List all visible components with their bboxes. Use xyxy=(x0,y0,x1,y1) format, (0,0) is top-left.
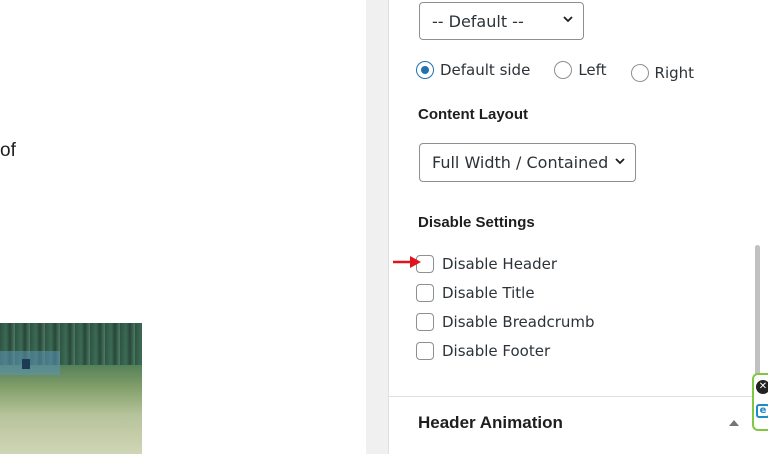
annotation-arrow-icon xyxy=(393,256,421,268)
content-layout-value: Full Width / Contained xyxy=(432,153,609,172)
disable-footer-option[interactable]: Disable Footer xyxy=(416,340,550,362)
close-icon[interactable]: ✕ xyxy=(756,380,768,394)
radio-option-right[interactable]: Right xyxy=(630,64,695,82)
image-sign xyxy=(22,359,30,369)
editor-canvas: of xyxy=(0,0,388,454)
radio-button[interactable] xyxy=(416,61,434,79)
checkbox[interactable] xyxy=(416,284,434,302)
disable-settings-label: Disable Settings xyxy=(418,214,535,231)
radio-label: Default side xyxy=(440,61,531,79)
paragraph-fragment: of xyxy=(0,140,16,161)
checkbox-label: Disable Breadcrumb xyxy=(442,313,595,331)
section-divider xyxy=(388,396,752,397)
checkbox-label: Disable Title xyxy=(442,284,535,302)
chevron-down-icon xyxy=(615,157,625,164)
sidebar-position-radios: Default side Left Right xyxy=(416,57,694,83)
featured-image[interactable] xyxy=(0,323,142,454)
checkbox[interactable] xyxy=(416,342,434,360)
content-layout-select[interactable]: Full Width / Contained xyxy=(419,143,636,182)
checkbox-label: Disable Footer xyxy=(442,342,551,360)
radio-option-left[interactable]: Left xyxy=(554,61,607,79)
disable-header-option[interactable]: Disable Header xyxy=(416,253,557,275)
image-water xyxy=(0,351,60,375)
radio-option-default-side[interactable]: Default side xyxy=(416,61,530,79)
collapse-caret-icon[interactable] xyxy=(729,420,739,426)
disable-breadcrumb-option[interactable]: Disable Breadcrumb xyxy=(416,311,595,333)
sidebar-select[interactable]: -- Default -- xyxy=(419,2,584,40)
checkbox-label: Disable Header xyxy=(442,255,558,273)
radio-label: Left xyxy=(578,61,607,79)
extension-badge-icon[interactable]: e xyxy=(756,404,768,418)
disable-title-option[interactable]: Disable Title xyxy=(416,282,535,304)
radio-label: Right xyxy=(654,64,695,82)
panel-gutter xyxy=(366,0,388,454)
radio-button[interactable] xyxy=(630,64,649,82)
checkbox[interactable] xyxy=(416,313,434,331)
chevron-down-icon xyxy=(563,16,573,23)
radio-button[interactable] xyxy=(554,61,573,79)
header-animation-title[interactable]: Header Animation xyxy=(418,413,563,433)
sidebar-select-value: -- Default -- xyxy=(432,11,524,31)
content-layout-label: Content Layout xyxy=(418,106,528,123)
